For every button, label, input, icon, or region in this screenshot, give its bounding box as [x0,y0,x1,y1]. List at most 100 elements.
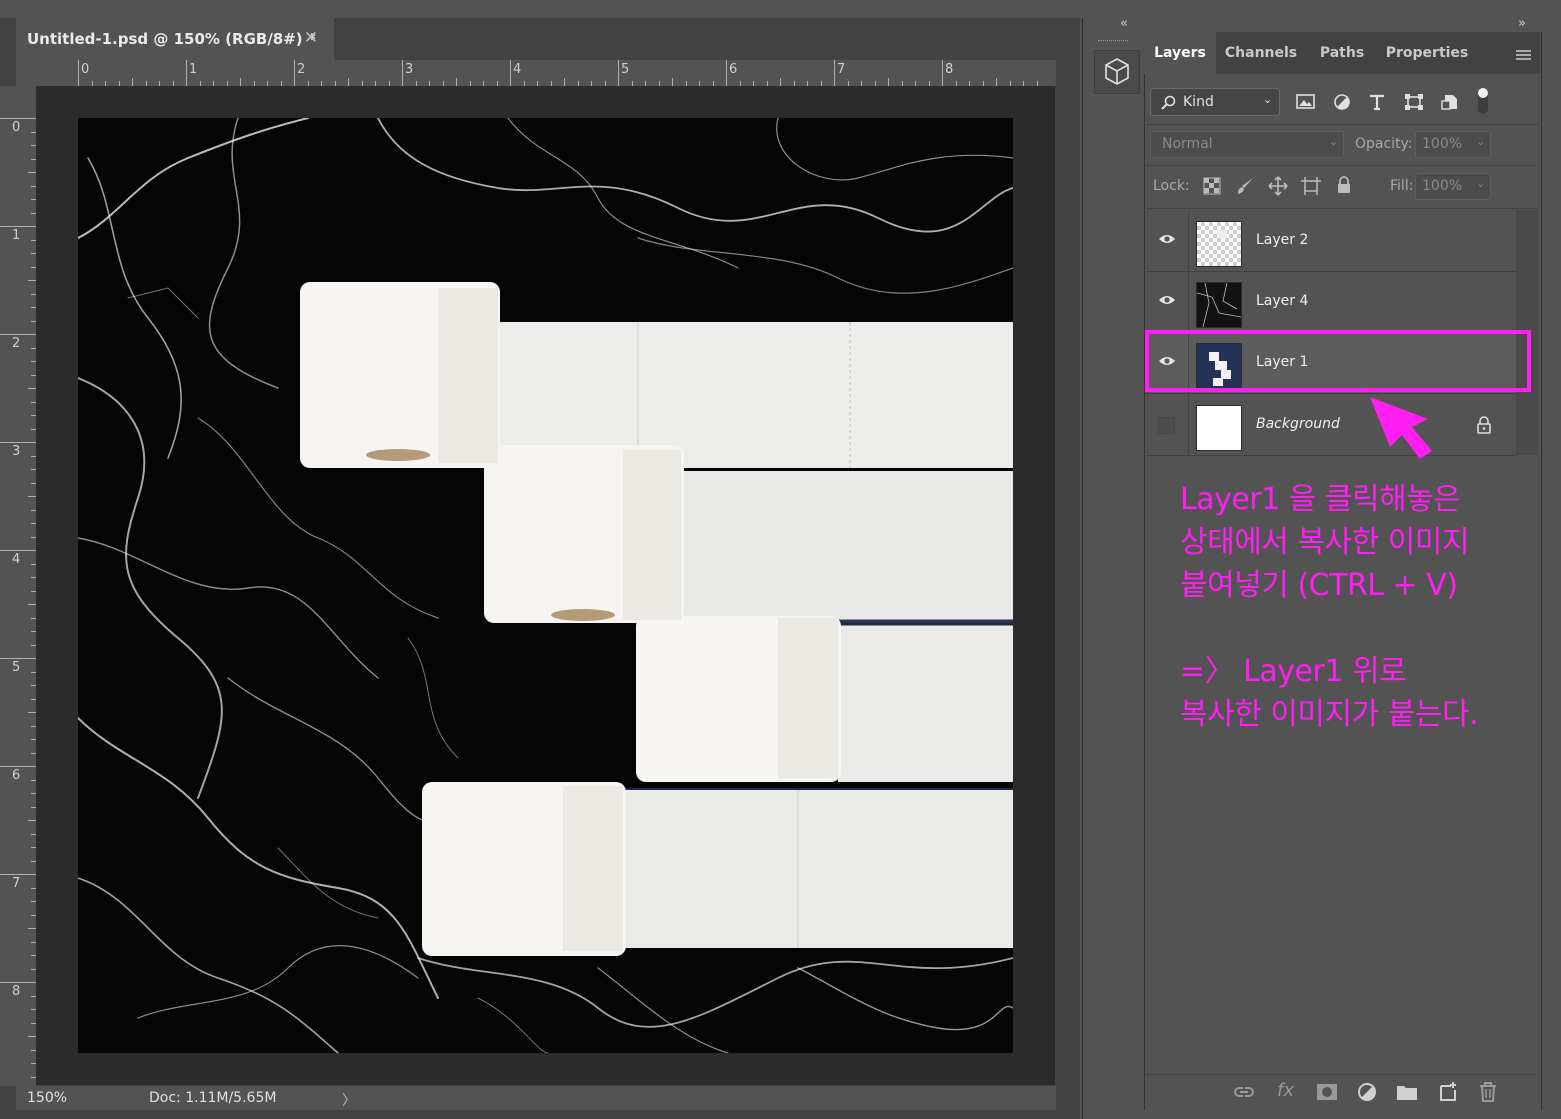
ruler-tick [658,81,660,86]
layer-name[interactable]: Layer 4 [1256,293,1308,309]
ruler-tick [442,81,444,86]
new-layer-icon[interactable] [1436,1080,1460,1104]
lock-image-pixels-icon[interactable] [1237,177,1255,195]
tab-channels[interactable]: Channels [1220,32,1302,74]
new-group-folder-icon[interactable] [1395,1080,1419,1104]
visibility-toggle-empty[interactable] [1158,417,1175,434]
shape-layer-filter-icon[interactable] [1404,93,1424,111]
ruler-tick [213,81,214,86]
kind-filter-select[interactable]: Kind ⌄ [1150,88,1280,116]
ruler-tick [31,901,36,902]
link-layers-icon[interactable] [1232,1080,1256,1104]
add-mask-icon[interactable] [1315,1080,1339,1104]
ruler-tick [388,81,390,86]
ruler-tick [402,60,403,86]
ruler-tick [280,81,282,86]
ruler-tick [28,388,36,389]
ruler-tick [31,860,36,862]
filter-toggle-switch[interactable] [1478,88,1488,114]
layer-name[interactable]: Layer 2 [1256,232,1308,248]
type-layer-filter-icon[interactable] [1368,93,1386,111]
fill-field[interactable]: 100% ⌄ [1415,173,1491,200]
ruler-number: 5 [621,62,630,77]
pixel-layer-filter-icon[interactable] [1296,93,1316,111]
adjustment-layer-filter-icon[interactable] [1333,93,1351,111]
close-tab-icon[interactable]: ✕ [304,28,318,48]
lock-artboard-icon[interactable] [1300,176,1322,196]
layer-row-layer-2[interactable]: Layer 2 [1146,211,1516,272]
ruler-tick [31,523,36,524]
lock-transparent-pixels-icon[interactable] [1203,177,1221,195]
dock-grip[interactable] [1098,40,1128,43]
ruler-tick [726,60,727,86]
filter-toggle-knob [1478,88,1488,98]
tab-layers[interactable]: Layers [1144,32,1216,74]
ruler-tick [766,81,768,86]
ruler-tick [31,644,36,646]
ruler-tick [861,81,862,86]
row-divider [1188,211,1189,271]
ruler-tick [31,847,36,848]
visibility-eye-icon[interactable] [1158,294,1176,306]
ruler-tick [334,81,336,86]
layer-row-background[interactable]: Background [1146,395,1516,456]
layer-row-layer-4[interactable]: Layer 4 [1146,272,1516,333]
ruler-tick [199,81,201,86]
lock-all-icon[interactable] [1336,176,1352,194]
ruler-tick [31,455,36,457]
ruler-tick [31,941,36,943]
ruler-tick [31,955,36,956]
collapse-left-icon[interactable]: « [1120,16,1128,31]
ruler-tick [31,752,36,754]
ruler-tick [429,81,430,86]
ruler-tick [31,307,36,308]
canvas[interactable] [78,118,1013,1053]
visibility-eye-icon[interactable] [1158,233,1176,245]
ruler-number: 8 [12,984,21,999]
ruler-tick [267,81,268,86]
ruler-number: 0 [12,120,21,135]
ruler-tick [31,1076,36,1078]
ruler-corner [16,60,36,86]
document-tab[interactable]: Untitled-1.psd @ 150% (RGB/8#) * ✕ [16,18,334,60]
ruler-tick [0,874,36,875]
ruler-tick [31,995,36,997]
tab-properties[interactable]: Properties [1380,32,1474,74]
annotation-line-5: 복사한 이미지가 붙는다. [1180,697,1479,732]
ruler-tick [793,81,795,86]
horizontal-ruler[interactable]: 0 1 2 3 4 5 6 7 8 [16,60,1056,87]
ruler-tick [307,81,309,86]
layer-name[interactable]: Background [1256,416,1340,432]
tab-paths[interactable]: Paths [1308,32,1376,74]
status-menu-arrow[interactable]: 〉 [342,1090,356,1110]
ruler-tick [31,631,36,632]
pointer-arrow-icon [1370,397,1432,459]
blend-mode-select[interactable]: Normal ⌄ [1150,131,1344,158]
layer-style-fx-icon[interactable]: fx [1277,1080,1294,1101]
ruler-tick [31,739,36,740]
lock-position-icon[interactable] [1268,176,1288,196]
ruler-tick [31,185,36,187]
zoom-level[interactable]: 150% [27,1090,67,1106]
opacity-field[interactable]: 100% ⌄ [1415,131,1491,158]
ruler-tick [672,78,673,86]
ruler-number: 3 [405,62,414,77]
ruler-tick [0,982,36,983]
3d-button[interactable] [1094,50,1140,94]
ruler-tick [0,226,36,227]
ruler-tick [105,81,106,86]
collapse-right-icon[interactable]: » [1518,16,1526,31]
ruler-tick [604,81,606,86]
panel-menu-icon[interactable] [1516,47,1532,66]
delete-layer-trash-icon[interactable] [1476,1080,1500,1104]
new-adjustment-layer-icon[interactable] [1355,1080,1379,1104]
ruler-tick [550,81,552,86]
smart-object-filter-icon[interactable] [1441,93,1459,111]
annotation-line-4: =〉 Layer1 위로 [1180,654,1407,689]
opacity-value: 100% [1422,136,1463,152]
vertical-ruler[interactable]: 0 1 2 3 4 5 6 7 8 [0,86,37,1086]
divider [1146,208,1538,209]
ruler-tick [91,81,93,86]
ruler-tick [807,81,808,86]
ruler-tick [928,81,930,86]
